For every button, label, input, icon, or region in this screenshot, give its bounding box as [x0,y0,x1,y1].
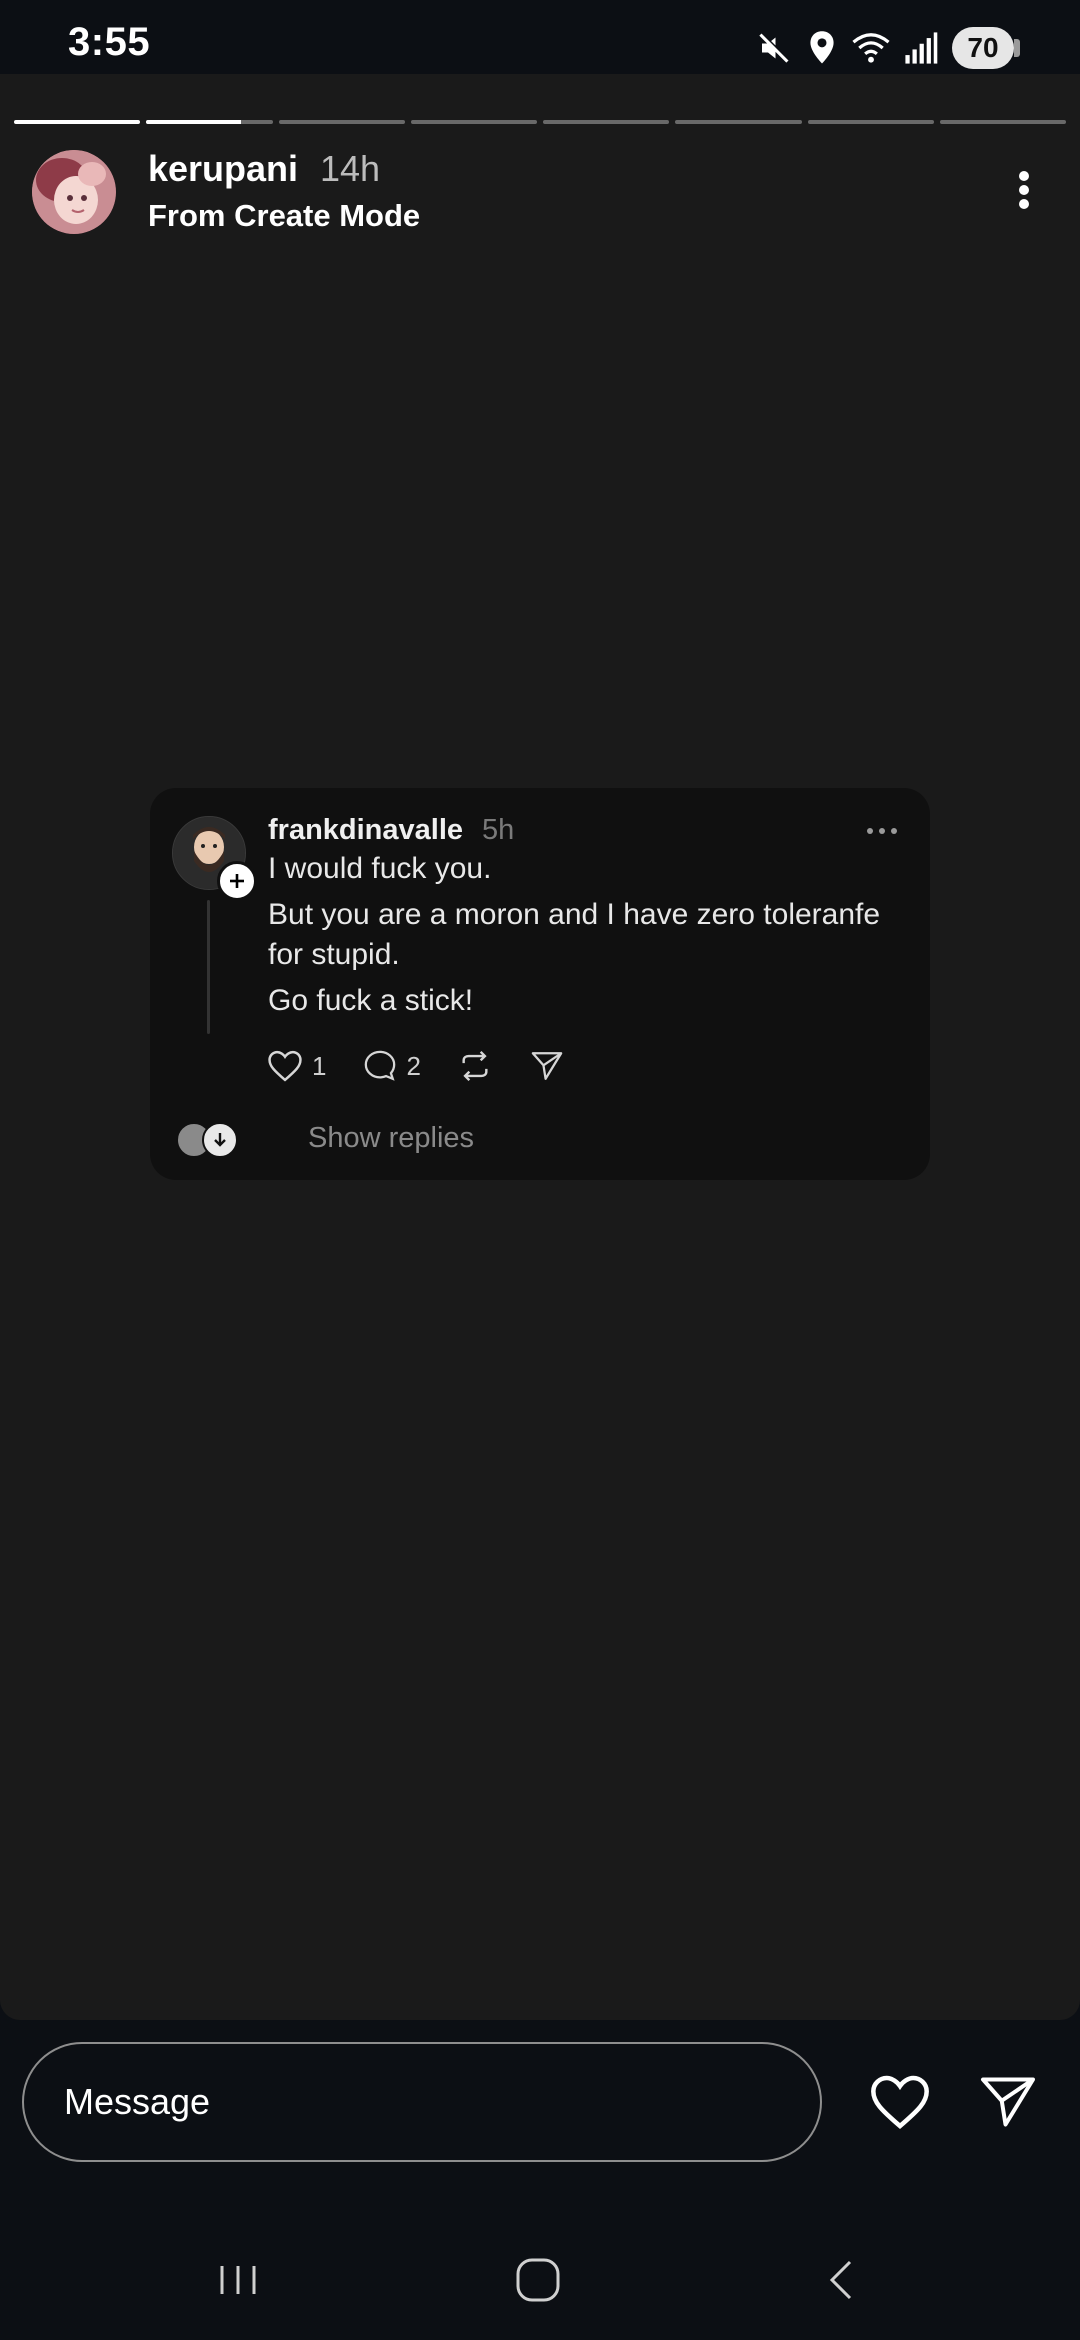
status-bar: 3:55 70 [0,0,1080,74]
thread-text-line: I would fuck you. [268,852,492,885]
message-bar: Message [0,2020,1080,2220]
wifi-icon [852,31,890,65]
story-progress-fill [14,120,141,124]
comment-icon [362,1049,398,1083]
recent-apps-icon[interactable] [208,2250,268,2310]
arrow-down-icon [202,1122,238,1158]
status-icons: 70 [756,26,1020,70]
more-options-icon[interactable] [1004,160,1044,220]
send-story-icon[interactable] [976,2072,1040,2132]
story-progress-bar [14,120,1066,125]
story-progress-segment [675,120,802,124]
story-progress-segment [543,120,670,124]
show-replies-link[interactable]: Show replies [176,1118,474,1158]
location-icon [806,30,838,66]
story-timestamp: 14h [320,148,381,189]
story-progress-segment [939,120,1066,124]
back-icon[interactable] [812,2250,872,2310]
show-replies-label: Show replies [308,1121,475,1154]
system-nav-bar [0,2220,1080,2340]
story-subtitle[interactable]: From Create Mode [148,198,420,234]
message-placeholder: Message [64,2081,211,2122]
like-count: 1 [312,1050,327,1081]
message-input[interactable]: Message [22,2042,822,2162]
like-button[interactable]: 1 [266,1049,326,1083]
battery-icon: 70 [952,27,1020,69]
thread-more-icon[interactable] [864,824,900,836]
story-progress-fill [146,120,241,124]
home-icon[interactable] [508,2250,568,2310]
thread-avatar[interactable] [172,816,257,901]
send-icon [529,1049,565,1083]
thread-text-line: But you are a moron and I have zero tole… [268,898,881,931]
repost-icon [457,1049,493,1083]
follow-plus-icon[interactable] [217,861,257,901]
thread-text-line: Go fuck a stick! [268,984,474,1017]
heart-icon [266,1049,304,1083]
story-progress-segment [146,120,273,124]
status-time: 3:55 [68,20,151,64]
thread-timestamp: 5h [482,814,515,846]
share-button[interactable] [529,1049,565,1083]
thread-text-line: for stupid. [268,938,400,971]
thread-connector-line [207,900,210,1034]
thread-username[interactable]: frankdinavalle [268,814,463,847]
signal-icon [904,31,938,65]
shared-thread-post[interactable]: frankdinavalle 5h I would fuck you. But … [150,788,930,1180]
like-story-heart-icon[interactable] [868,2072,932,2132]
story-viewer[interactable]: kerupani 14h From Create Mode frankdinav… [0,74,1080,2020]
story-avatar[interactable] [32,150,116,234]
repost-button[interactable] [457,1049,493,1083]
reply-button[interactable]: 2 [362,1049,421,1083]
story-progress-segment [14,120,141,124]
story-progress-segment [807,120,934,124]
story-progress-segment [410,120,537,124]
mute-icon [756,30,792,66]
story-username[interactable]: kerupani [148,148,298,190]
reply-avatars [176,1118,242,1158]
story-progress-segment [278,120,405,124]
thread-actions: 1 2 [266,1044,601,1088]
story-header: kerupani 14h From Create Mode [32,148,1048,238]
reply-count: 2 [406,1050,421,1081]
